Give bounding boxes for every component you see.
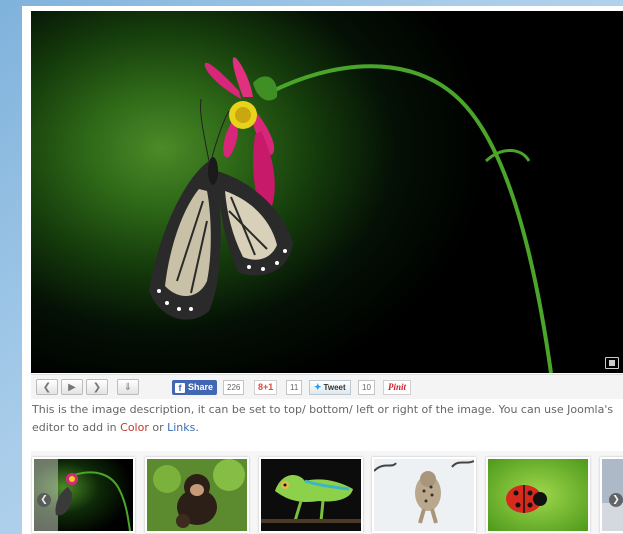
description-or: or <box>148 421 168 434</box>
links-link[interactable]: Links <box>167 421 195 434</box>
thumbnail-strip: ❮ ❯ <box>31 451 623 534</box>
thumbnail-chimpanzee[interactable] <box>145 457 249 533</box>
twitter-bird-icon: ✦ <box>314 382 322 392</box>
download-icon[interactable]: ⇓ <box>117 379 139 395</box>
facebook-share-button[interactable]: f Share <box>172 380 218 395</box>
thumbnail-snow-leopard[interactable] <box>372 457 476 533</box>
tweet-label: Tweet <box>323 383 346 392</box>
facebook-share-count: 226 <box>223 380 245 395</box>
ladybug-thumbnail-image <box>488 459 588 531</box>
gallery-toolbar: ❮ ▶ ❯ ⇓ f Share 226 8+1 11 ✦ Tweet 10 Pini… <box>31 374 623 399</box>
image-description: This is the image description, it can be… <box>32 401 618 437</box>
gplus-count: 11 <box>286 380 303 395</box>
thumbnail-next-arrow-icon[interactable]: ❯ <box>609 493 623 507</box>
description-end: . <box>195 421 199 434</box>
play-icon[interactable]: ▶ <box>61 379 83 395</box>
thumbnail-chameleon[interactable] <box>259 457 363 533</box>
tweet-count: 10 <box>358 380 375 395</box>
main-image[interactable] <box>31 11 623 373</box>
gplus-button[interactable]: 8+1 <box>254 380 278 395</box>
thumbnail-prev-arrow-icon[interactable]: ❮ <box>37 493 51 507</box>
chameleon-thumbnail-image <box>261 459 361 531</box>
arrow-left-icon[interactable]: ❮ <box>36 379 58 395</box>
fullscreen-icon[interactable] <box>605 357 619 369</box>
facebook-share-label: Share <box>188 382 214 392</box>
tweet-button[interactable]: ✦ Tweet <box>309 380 351 395</box>
chimpanzee-thumbnail-image <box>147 459 247 531</box>
gallery-widget: ❮ ▶ ❯ ⇓ f Share 226 8+1 11 ✦ Tweet 10 Pini… <box>22 6 623 534</box>
thumbnail-ladybug[interactable] <box>486 457 590 533</box>
snow-leopard-thumbnail-image <box>374 459 474 531</box>
butterfly-photo <box>149 57 553 373</box>
color-link[interactable]: Color <box>120 421 149 434</box>
arrow-right-icon[interactable]: ❯ <box>86 379 108 395</box>
pinit-button[interactable]: Pinit <box>383 380 412 395</box>
facebook-icon: f <box>175 383 185 393</box>
